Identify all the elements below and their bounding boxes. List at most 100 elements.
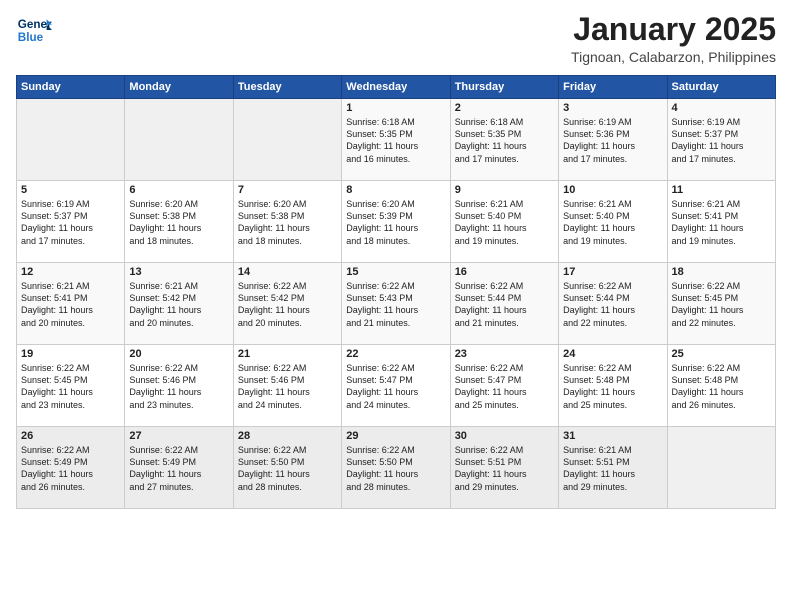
day-info: Sunrise: 6:21 AM Sunset: 5:40 PM Dayligh…	[455, 198, 554, 247]
calendar-cell: 14 Sunrise: 6:22 AM Sunset: 5:42 PM Dayli…	[233, 263, 341, 345]
day-info: Sunrise: 6:22 AM Sunset: 5:49 PM Dayligh…	[129, 444, 228, 493]
day-info: Sunrise: 6:22 AM Sunset: 5:50 PM Dayligh…	[346, 444, 445, 493]
day-number: 29	[346, 430, 445, 442]
weekday-header-saturday: Saturday	[667, 76, 775, 99]
calendar-cell: 11 Sunrise: 6:21 AM Sunset: 5:41 PM Dayli…	[667, 181, 775, 263]
week-row-5: 26 Sunrise: 6:22 AM Sunset: 5:49 PM Dayli…	[17, 427, 776, 509]
day-number: 17	[563, 266, 662, 278]
calendar-table: SundayMondayTuesdayWednesdayThursdayFrid…	[16, 75, 776, 509]
day-info: Sunrise: 6:19 AM Sunset: 5:37 PM Dayligh…	[21, 198, 120, 247]
calendar-cell: 27 Sunrise: 6:22 AM Sunset: 5:49 PM Dayli…	[125, 427, 233, 509]
calendar-cell: 25 Sunrise: 6:22 AM Sunset: 5:48 PM Dayli…	[667, 345, 775, 427]
calendar-cell: 29 Sunrise: 6:22 AM Sunset: 5:50 PM Dayli…	[342, 427, 450, 509]
calendar-subtitle: Tignoan, Calabarzon, Philippines	[571, 49, 776, 65]
calendar-cell: 23 Sunrise: 6:22 AM Sunset: 5:47 PM Dayli…	[450, 345, 558, 427]
day-number: 18	[672, 266, 771, 278]
calendar-cell: 7 Sunrise: 6:20 AM Sunset: 5:38 PM Daylig…	[233, 181, 341, 263]
weekday-header-tuesday: Tuesday	[233, 76, 341, 99]
day-number: 30	[455, 430, 554, 442]
day-number: 24	[563, 348, 662, 360]
week-row-2: 5 Sunrise: 6:19 AM Sunset: 5:37 PM Daylig…	[17, 181, 776, 263]
day-number: 5	[21, 184, 120, 196]
logo: General Blue	[16, 12, 52, 48]
day-info: Sunrise: 6:21 AM Sunset: 5:40 PM Dayligh…	[563, 198, 662, 247]
page-container: General Blue January 2025 Tignoan, Calab…	[0, 0, 792, 517]
day-info: Sunrise: 6:22 AM Sunset: 5:49 PM Dayligh…	[21, 444, 120, 493]
calendar-cell: 12 Sunrise: 6:21 AM Sunset: 5:41 PM Dayli…	[17, 263, 125, 345]
day-number: 19	[21, 348, 120, 360]
day-info: Sunrise: 6:22 AM Sunset: 5:50 PM Dayligh…	[238, 444, 337, 493]
calendar-title: January 2025	[571, 12, 776, 47]
calendar-cell: 19 Sunrise: 6:22 AM Sunset: 5:45 PM Dayli…	[17, 345, 125, 427]
calendar-cell: 22Sunrise: 6:22 AM Sunset: 5:47 PM Dayli…	[342, 345, 450, 427]
calendar-cell: 17 Sunrise: 6:22 AM Sunset: 5:44 PM Dayli…	[559, 263, 667, 345]
day-number: 26	[21, 430, 120, 442]
calendar-cell	[667, 427, 775, 509]
day-info: Sunrise: 6:21 AM Sunset: 5:41 PM Dayligh…	[672, 198, 771, 247]
day-info: Sunrise: 6:21 AM Sunset: 5:41 PM Dayligh…	[21, 280, 120, 329]
day-number: 23	[455, 348, 554, 360]
calendar-cell: 4 Sunrise: 6:19 AM Sunset: 5:37 PM Daylig…	[667, 99, 775, 181]
day-info: Sunrise: 6:20 AM Sunset: 5:38 PM Dayligh…	[129, 198, 228, 247]
day-info: Sunrise: 6:19 AM Sunset: 5:37 PM Dayligh…	[672, 116, 771, 165]
week-row-1: 1Sunrise: 6:18 AM Sunset: 5:35 PM Daylig…	[17, 99, 776, 181]
day-number: 15	[346, 266, 445, 278]
day-info: Sunrise: 6:22 AM Sunset: 5:46 PM Dayligh…	[238, 362, 337, 411]
day-info: Sunrise: 6:22 AM Sunset: 5:42 PM Dayligh…	[238, 280, 337, 329]
day-number: 27	[129, 430, 228, 442]
week-row-4: 19 Sunrise: 6:22 AM Sunset: 5:45 PM Dayli…	[17, 345, 776, 427]
header: General Blue January 2025 Tignoan, Calab…	[16, 12, 776, 65]
logo-icon: General Blue	[16, 12, 52, 48]
day-info: Sunrise: 6:19 AM Sunset: 5:36 PM Dayligh…	[563, 116, 662, 165]
day-number: 1	[346, 102, 445, 114]
calendar-cell: 15 Sunrise: 6:22 AM Sunset: 5:43 PM Dayli…	[342, 263, 450, 345]
day-info: Sunrise: 6:21 AM Sunset: 5:42 PM Dayligh…	[129, 280, 228, 329]
calendar-cell: 31 Sunrise: 6:21 AM Sunset: 5:51 PM Dayli…	[559, 427, 667, 509]
day-info: Sunrise: 6:22 AM Sunset: 5:47 PM Dayligh…	[346, 362, 445, 411]
calendar-cell: 18Sunrise: 6:22 AM Sunset: 5:45 PM Dayli…	[667, 263, 775, 345]
title-block: January 2025 Tignoan, Calabarzon, Philip…	[571, 12, 776, 65]
day-number: 31	[563, 430, 662, 442]
day-info: Sunrise: 6:22 AM Sunset: 5:44 PM Dayligh…	[455, 280, 554, 329]
svg-text:Blue: Blue	[18, 31, 44, 44]
weekday-header-wednesday: Wednesday	[342, 76, 450, 99]
day-info: Sunrise: 6:22 AM Sunset: 5:47 PM Dayligh…	[455, 362, 554, 411]
day-info: Sunrise: 6:20 AM Sunset: 5:38 PM Dayligh…	[238, 198, 337, 247]
day-number: 7	[238, 184, 337, 196]
day-info: Sunrise: 6:22 AM Sunset: 5:48 PM Dayligh…	[563, 362, 662, 411]
day-info: Sunrise: 6:22 AM Sunset: 5:48 PM Dayligh…	[672, 362, 771, 411]
calendar-cell: 21 Sunrise: 6:22 AM Sunset: 5:46 PM Dayli…	[233, 345, 341, 427]
calendar-cell: 20Sunrise: 6:22 AM Sunset: 5:46 PM Dayli…	[125, 345, 233, 427]
day-number: 10	[563, 184, 662, 196]
calendar-cell: 16 Sunrise: 6:22 AM Sunset: 5:44 PM Dayli…	[450, 263, 558, 345]
day-info: Sunrise: 6:22 AM Sunset: 5:43 PM Dayligh…	[346, 280, 445, 329]
calendar-cell: 2Sunrise: 6:18 AM Sunset: 5:35 PM Daylig…	[450, 99, 558, 181]
calendar-cell: 1Sunrise: 6:18 AM Sunset: 5:35 PM Daylig…	[342, 99, 450, 181]
day-number: 6	[129, 184, 228, 196]
day-info: Sunrise: 6:22 AM Sunset: 5:46 PM Dayligh…	[129, 362, 228, 411]
day-number: 21	[238, 348, 337, 360]
calendar-cell	[233, 99, 341, 181]
day-number: 25	[672, 348, 771, 360]
day-number: 28	[238, 430, 337, 442]
day-number: 14	[238, 266, 337, 278]
calendar-cell: 26 Sunrise: 6:22 AM Sunset: 5:49 PM Dayli…	[17, 427, 125, 509]
calendar-cell: 5 Sunrise: 6:19 AM Sunset: 5:37 PM Daylig…	[17, 181, 125, 263]
weekday-header-monday: Monday	[125, 76, 233, 99]
calendar-cell: 6 Sunrise: 6:20 AM Sunset: 5:38 PM Daylig…	[125, 181, 233, 263]
day-info: Sunrise: 6:22 AM Sunset: 5:44 PM Dayligh…	[563, 280, 662, 329]
day-info: Sunrise: 6:22 AM Sunset: 5:45 PM Dayligh…	[21, 362, 120, 411]
day-number: 4	[672, 102, 771, 114]
calendar-cell: 10 Sunrise: 6:21 AM Sunset: 5:40 PM Dayli…	[559, 181, 667, 263]
calendar-cell	[17, 99, 125, 181]
day-info: Sunrise: 6:21 AM Sunset: 5:51 PM Dayligh…	[563, 444, 662, 493]
day-number: 9	[455, 184, 554, 196]
calendar-cell: 24 Sunrise: 6:22 AM Sunset: 5:48 PM Dayli…	[559, 345, 667, 427]
day-info: Sunrise: 6:22 AM Sunset: 5:51 PM Dayligh…	[455, 444, 554, 493]
day-number: 8	[346, 184, 445, 196]
day-number: 11	[672, 184, 771, 196]
day-number: 16	[455, 266, 554, 278]
calendar-cell: 13Sunrise: 6:21 AM Sunset: 5:42 PM Dayli…	[125, 263, 233, 345]
day-number: 12	[21, 266, 120, 278]
weekday-header-friday: Friday	[559, 76, 667, 99]
